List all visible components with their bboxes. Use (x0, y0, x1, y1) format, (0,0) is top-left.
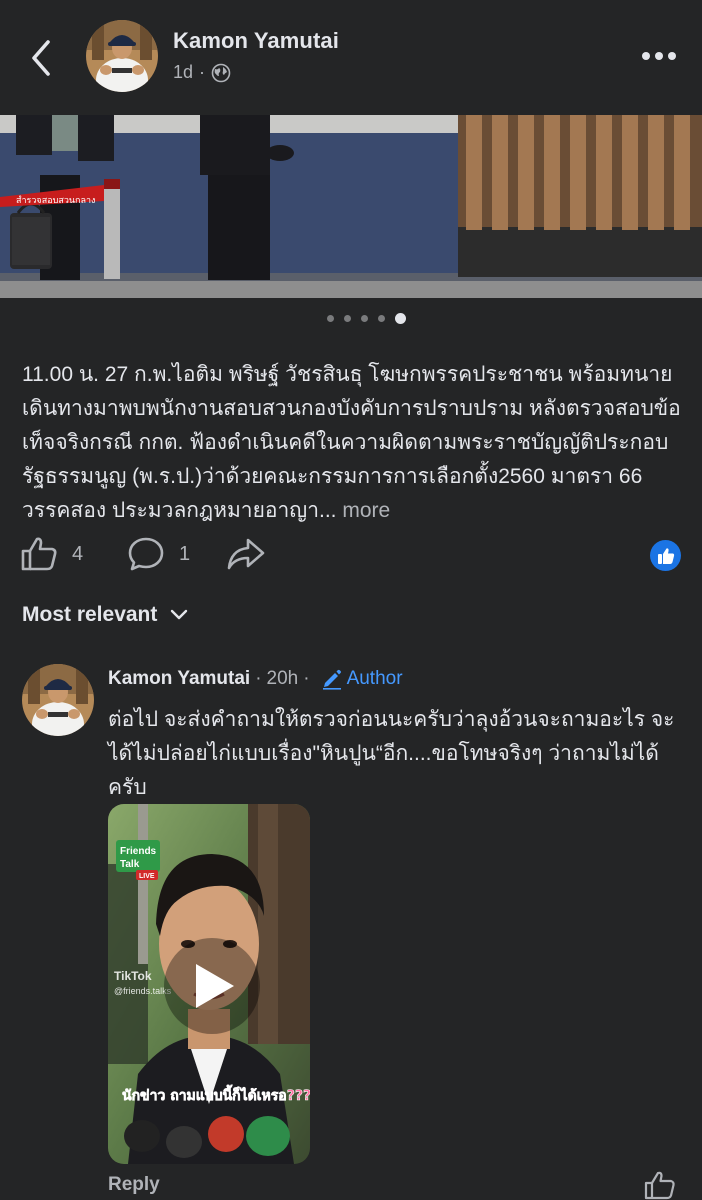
video-brand-line2: Talk (120, 859, 140, 870)
post-photo[interactable]: สำรวจสอบสวนกลาง (0, 115, 702, 298)
author-badge-label: Author (346, 668, 403, 689)
more-options-button[interactable] (640, 46, 678, 66)
thumbs-up-icon (657, 547, 674, 564)
comment-button[interactable]: 1 (127, 536, 190, 572)
share-arrow-icon (227, 538, 265, 570)
barrier-sign-text: สำรวจสอบสวนกลาง (16, 195, 95, 206)
post-header: Kamon Yamutai 1d · (0, 0, 702, 115)
comment-time: 20h (266, 668, 299, 689)
author-name[interactable]: Kamon Yamutai (173, 28, 339, 54)
globe-icon (211, 63, 231, 82)
chevron-left-icon (32, 40, 50, 76)
like-button[interactable]: 4 (20, 536, 83, 572)
video-live-tag: LIVE (139, 873, 155, 880)
comment-video-attachment[interactable]: Friends Talk LIVE TikTok @friends.talks … (108, 804, 310, 1164)
video-tiktok-watermark: TikTok (114, 969, 152, 983)
video-brand-line1: Friends (120, 846, 157, 857)
chevron-down-icon (171, 609, 188, 620)
comment-header: Kamon Yamutai · 20h · Author (108, 668, 403, 690)
thumbs-up-icon (644, 1171, 675, 1200)
post-caption: 11.00 น. 27 ก.พ.ไอติม พริษฐ์ วัชรสินธุ โ… (22, 358, 682, 528)
carousel-dot[interactable] (326, 315, 334, 322)
more-horizontal-icon (642, 52, 676, 60)
comment-separator: · (255, 668, 262, 689)
post-detail-screen: Kamon Yamutai 1d · สำรวจสอบสวนกลาง 11.00… (0, 0, 702, 1200)
carousel-indicator (0, 313, 702, 324)
like-count: 4 (72, 542, 84, 565)
author-avatar[interactable] (86, 20, 158, 92)
thumbs-up-icon (21, 537, 57, 571)
comment-like-button[interactable] (644, 1170, 676, 1200)
post-meta: 1d · (173, 62, 231, 83)
author-badge: Author (321, 668, 403, 690)
post-time: 1d (173, 62, 194, 82)
carousel-dot-active[interactable] (394, 313, 406, 324)
carousel-dot[interactable] (360, 315, 368, 322)
post-actions: 4 1 (0, 528, 702, 584)
comments-sort-dropdown[interactable]: Most relevant (22, 603, 189, 627)
pencil-icon (322, 669, 341, 690)
reply-button[interactable]: Reply (108, 1174, 160, 1196)
comment-bubble-icon (128, 537, 164, 571)
meta-separator: · (199, 62, 206, 82)
comment-author-name[interactable]: Kamon Yamutai (108, 668, 250, 690)
comment-separator: · (303, 668, 310, 689)
video-handle: @friends.talks (114, 986, 172, 996)
comment-author-avatar[interactable] (22, 664, 94, 736)
carousel-dot[interactable] (343, 315, 351, 322)
sort-label: Most relevant (22, 603, 158, 626)
comment-text: ต่อไป จะส่งคำถามให้ตรวจก่อนนะครับว่าลุงอ… (108, 708, 675, 799)
reaction-like-badge[interactable] (650, 540, 681, 571)
carousel-dot[interactable] (377, 315, 385, 322)
see-more-link[interactable]: more (342, 499, 390, 522)
back-button[interactable] (22, 36, 62, 80)
comment-count: 1 (179, 542, 191, 565)
share-button[interactable] (226, 536, 266, 572)
